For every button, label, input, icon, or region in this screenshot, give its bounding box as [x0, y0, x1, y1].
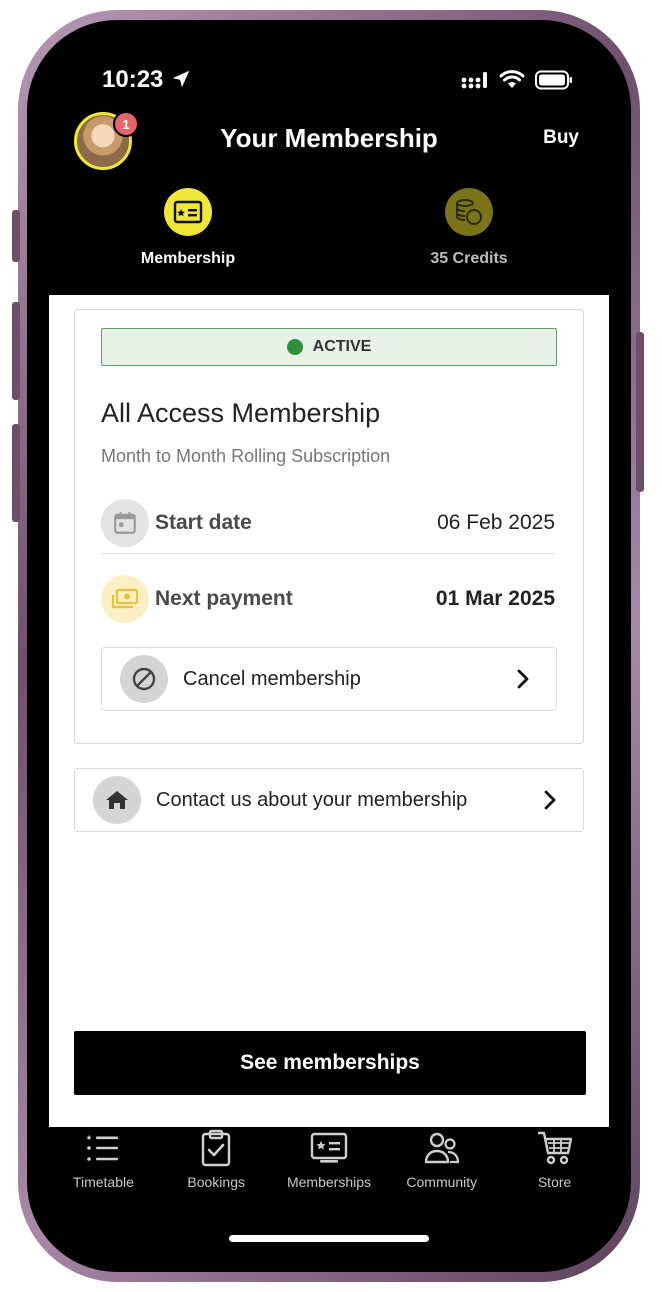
buy-button[interactable]: Buy	[543, 127, 579, 149]
status-text: ACTIVE	[312, 338, 372, 355]
contact-us-button[interactable]: Contact us about your membership	[74, 768, 584, 832]
tab-bookings[interactable]: Bookings	[160, 1128, 273, 1218]
start-date-row: Start date 06 Feb 2025	[101, 499, 555, 547]
phone-screen: 10:23 1 Your Membership Buy Membership 3…	[27, 20, 631, 1272]
cancel-membership-label: Cancel membership	[183, 667, 361, 690]
chevron-right-icon	[543, 790, 557, 810]
calendar-icon	[114, 512, 136, 534]
volume-down-button	[12, 424, 20, 522]
tab-memberships-label: Memberships	[286, 1174, 371, 1190]
segment-credits-label: 35 Credits	[430, 250, 508, 267]
bookings-clipboard-icon	[200, 1128, 232, 1168]
tab-community-label: Community	[406, 1174, 478, 1190]
cancel-membership-button[interactable]: Cancel membership	[101, 647, 557, 711]
home-icon	[106, 791, 128, 809]
segment-membership-label: Membership	[140, 250, 236, 267]
membership-content: ACTIVE All Access Membership Month to Mo…	[49, 295, 609, 1127]
status-dot	[286, 339, 303, 355]
tab-timetable-label: Timetable	[72, 1174, 134, 1190]
community-people-icon	[424, 1128, 460, 1168]
membership-card-icon	[173, 200, 203, 224]
volume-up-button	[12, 302, 20, 400]
next-payment-icon-wrap	[101, 575, 149, 623]
next-payment-row: Next payment 01 Mar 2025	[101, 575, 555, 623]
silent-switch	[12, 210, 20, 262]
start-date-icon-wrap	[101, 499, 149, 547]
wifi-icon	[499, 70, 525, 88]
next-payment-value: 01 Mar 2025	[435, 587, 555, 610]
timetable-list-icon	[85, 1128, 121, 1168]
tab-store-label: Store	[537, 1174, 572, 1190]
shopping-cart-icon	[536, 1128, 574, 1168]
membership-subtitle: Month to Month Rolling Subscription	[101, 446, 391, 466]
segment-membership-circle	[164, 188, 212, 236]
status-time: 10:23	[102, 66, 192, 94]
cancel-icon-wrap	[120, 655, 168, 703]
bottom-tab-bar: Timetable Bookings Memberships Community…	[27, 1128, 631, 1218]
credits-coins-icon	[456, 199, 482, 225]
see-memberships-button[interactable]: See memberships	[74, 1031, 586, 1095]
start-date-value: 06 Feb 2025	[437, 511, 555, 534]
page-title: Your Membership	[220, 123, 438, 153]
cellular-signal-icon	[461, 72, 487, 89]
home-indicator[interactable]	[229, 1235, 429, 1242]
home-icon-wrap	[93, 776, 141, 824]
membership-card-icon	[310, 1128, 348, 1168]
payment-cash-icon	[111, 588, 139, 609]
battery-icon	[535, 70, 572, 90]
contact-us-label: Contact us about your membership	[156, 788, 468, 811]
membership-name: All Access Membership	[101, 398, 381, 428]
location-arrow-icon	[172, 70, 190, 88]
segment-credits-circle	[445, 188, 493, 236]
segment-credits[interactable]: 35 Credits	[369, 188, 569, 268]
tab-community[interactable]: Community	[385, 1128, 498, 1218]
status-badge: ACTIVE	[101, 328, 557, 366]
next-payment-label: Next payment	[155, 587, 293, 610]
status-icons	[461, 70, 573, 90]
status-time-text: 10:23	[102, 66, 164, 93]
cancel-icon	[132, 667, 156, 691]
power-button	[636, 332, 644, 492]
tab-memberships[interactable]: Memberships	[273, 1128, 386, 1218]
membership-card: ACTIVE All Access Membership Month to Mo…	[74, 309, 584, 744]
divider	[101, 553, 555, 554]
start-date-label: Start date	[155, 511, 252, 534]
chevron-right-icon	[516, 669, 530, 689]
segment-membership[interactable]: Membership	[88, 188, 288, 268]
tab-timetable[interactable]: Timetable	[47, 1128, 160, 1218]
tab-store[interactable]: Store	[498, 1128, 611, 1218]
tab-bookings-label: Bookings	[187, 1174, 245, 1190]
